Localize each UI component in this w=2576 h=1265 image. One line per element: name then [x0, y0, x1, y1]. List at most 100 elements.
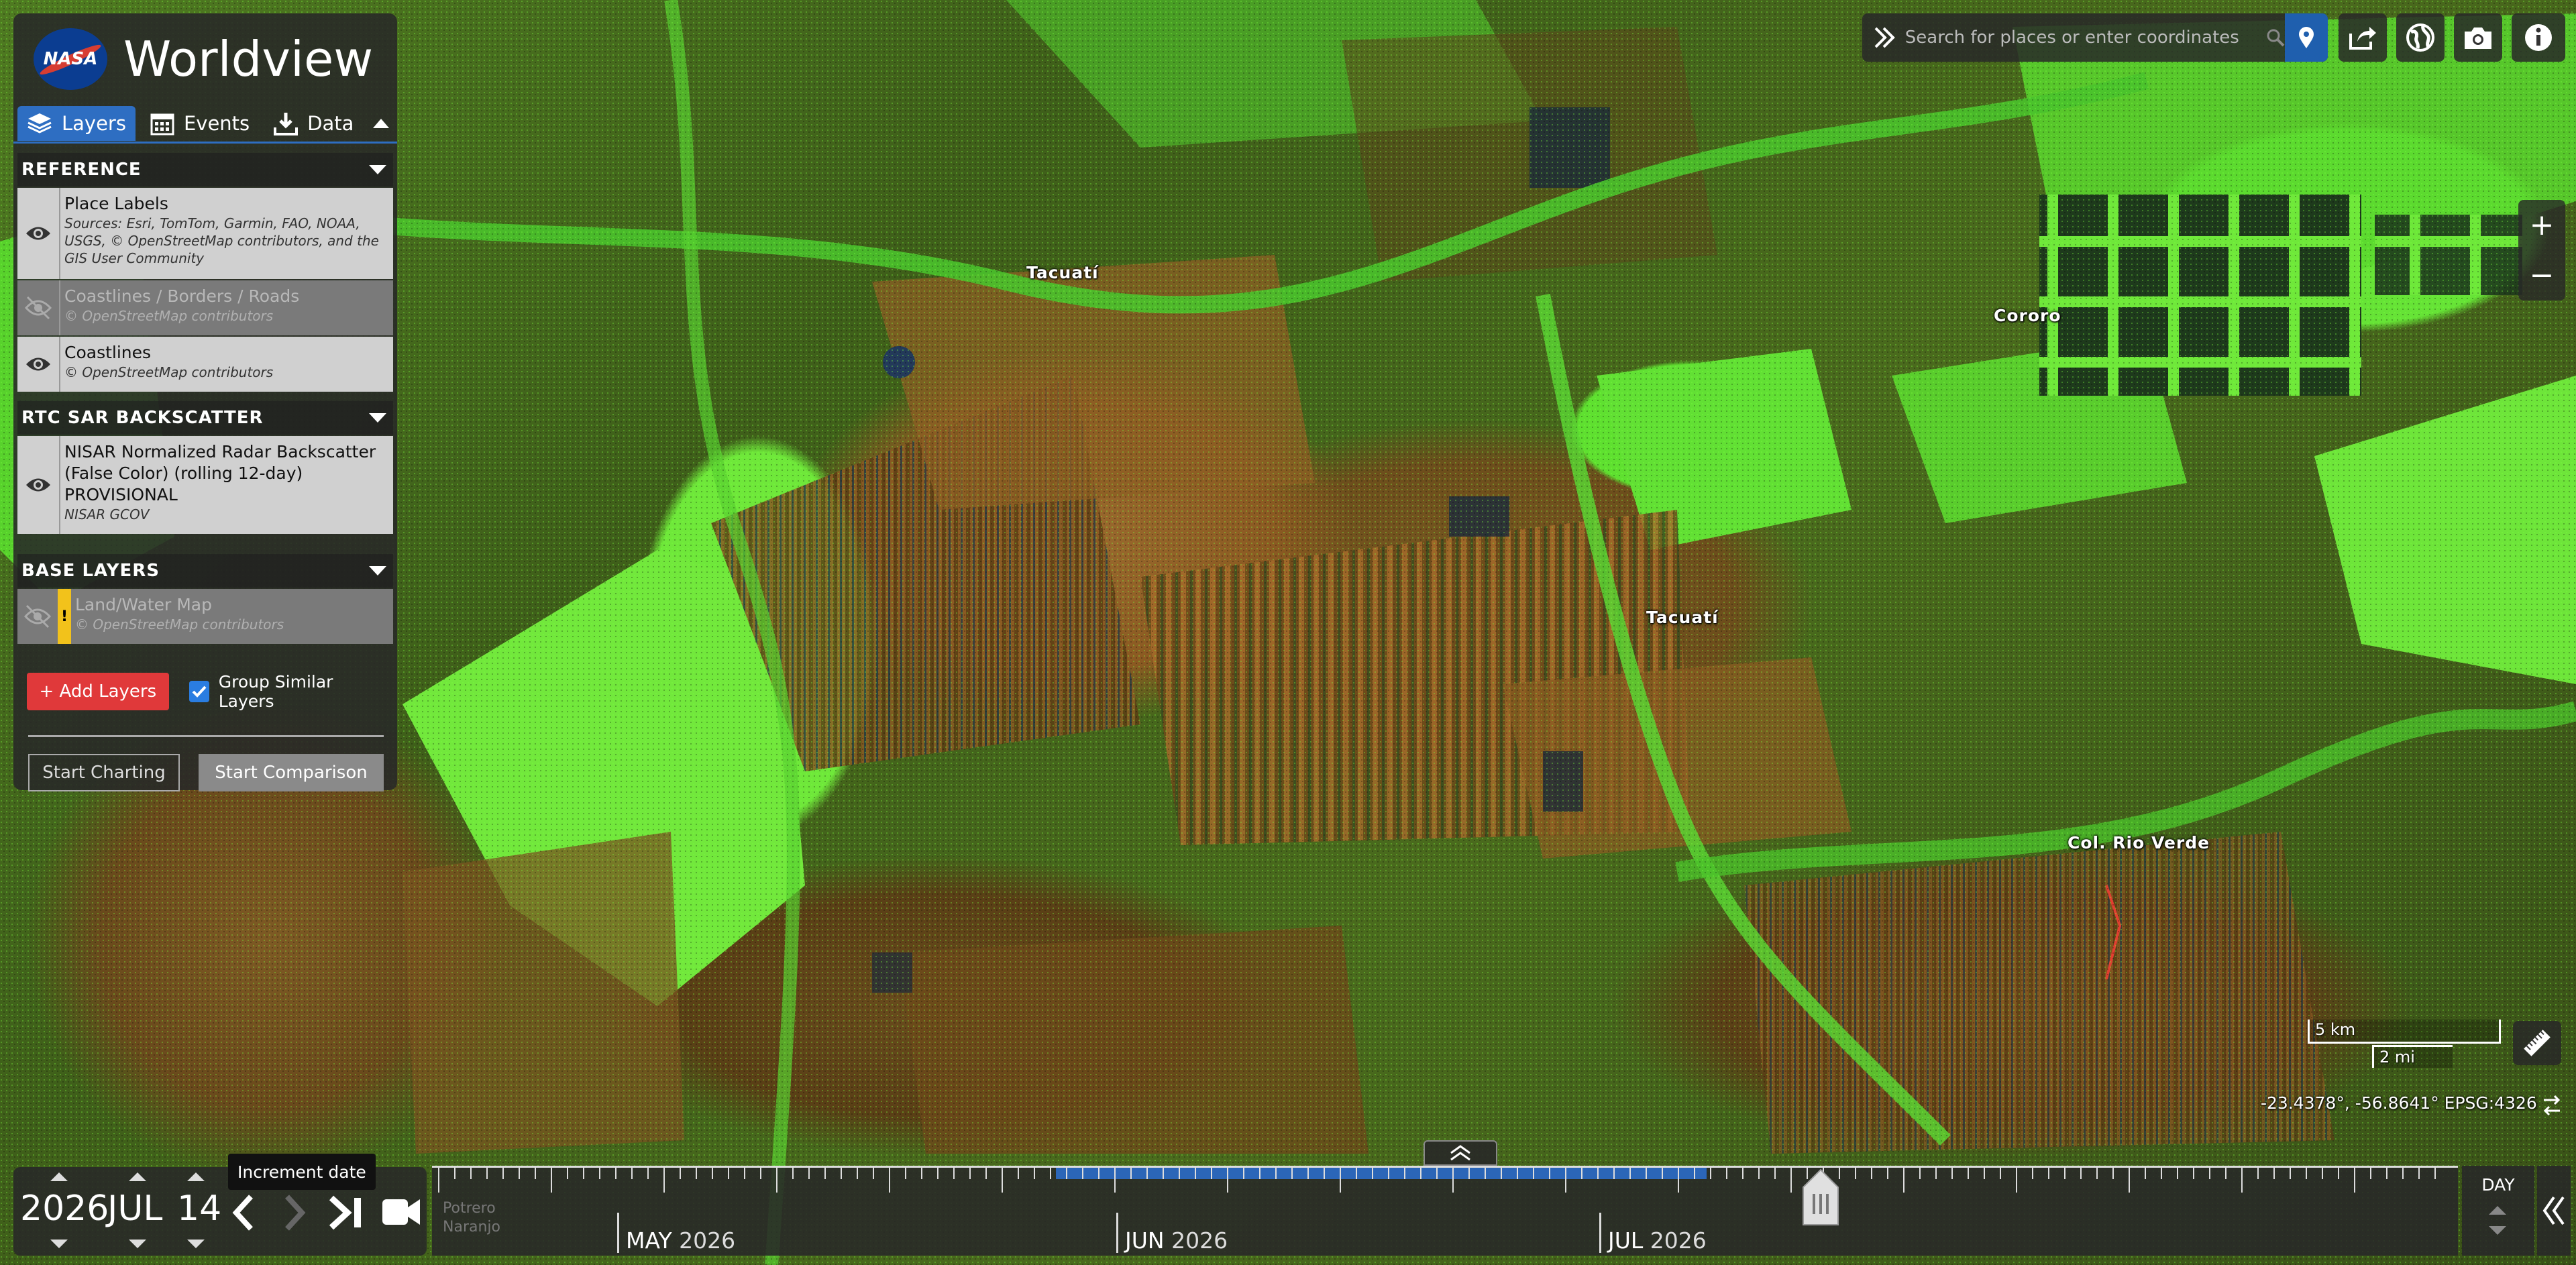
measure-button[interactable] — [2513, 1021, 2561, 1065]
day-increment-arrow[interactable] — [187, 1172, 205, 1181]
map-label-tacuati: Tacuatí — [1026, 263, 1099, 282]
tab-events[interactable]: Events — [141, 106, 259, 141]
sidebar-tabs: Layers Events Data — [13, 105, 397, 144]
timeline-baseline — [432, 1166, 2458, 1168]
month-label: MAY — [626, 1227, 672, 1254]
tab-data-label: Data — [307, 111, 354, 135]
month-increment-arrow[interactable] — [129, 1172, 146, 1181]
scale-km: 5 km — [2308, 1020, 2501, 1044]
layers-icon — [28, 113, 52, 133]
calendar-icon — [150, 113, 174, 135]
jump-to-latest-button[interactable] — [329, 1194, 366, 1231]
month-label: JUN — [1125, 1227, 1165, 1254]
visibility-toggle[interactable] — [17, 188, 60, 279]
layer-name: Coastlines / Borders / Roads — [64, 286, 300, 306]
search-icon[interactable] — [2265, 28, 2286, 48]
location-search — [1862, 13, 2328, 62]
double-chevron-left-icon — [2542, 1196, 2565, 1225]
layer-source: © OpenStreetMap contributors — [75, 616, 284, 632]
search-input[interactable] — [1904, 28, 2265, 48]
share-button[interactable] — [2339, 13, 2387, 62]
visibility-toggle[interactable] — [17, 436, 60, 534]
month-decrement-arrow[interactable] — [129, 1240, 146, 1248]
layer-source: © OpenStreetMap contributors — [64, 308, 274, 324]
year-increment-arrow[interactable] — [50, 1172, 68, 1181]
zoom-level-up-arrow[interactable] — [2489, 1206, 2506, 1215]
layer-land-water-map[interactable]: ! Land/Water Map © OpenStreetMap contrib… — [17, 589, 393, 644]
coordinate-format-toggle[interactable] — [2540, 1093, 2564, 1120]
zoom-control: + − — [2518, 200, 2565, 300]
month-label: JUL — [1608, 1227, 1644, 1254]
category-rtc-sar-backscatter[interactable]: RTC SAR BACKSCATTER — [17, 401, 393, 435]
group-similar-layers-checkbox[interactable]: Group Similar Layers — [189, 672, 384, 711]
start-comparison-button[interactable]: Start Comparison — [199, 754, 384, 791]
start-charting-button[interactable]: Start Charting — [28, 754, 180, 791]
zoom-out-button[interactable]: − — [2518, 250, 2565, 300]
zoom-in-button[interactable]: + — [2518, 200, 2565, 250]
category-base-title: BASE LAYERS — [21, 561, 160, 581]
previous-date-button[interactable] — [229, 1193, 256, 1233]
year-decrement-arrow[interactable] — [50, 1240, 68, 1248]
timeline[interactable]: Potrero Naranjo MAY 2026 JUN 2026 JUL 20… — [432, 1166, 2458, 1256]
layer-coastlines[interactable]: Coastlines © OpenStreetMap contributors — [17, 337, 393, 392]
warning-icon[interactable]: ! — [58, 589, 71, 644]
map-label-col-rio-verde: Col. Rio Verde — [2068, 833, 2210, 852]
download-icon — [274, 112, 299, 135]
chevron-down-icon — [369, 165, 386, 174]
eye-icon — [26, 358, 50, 371]
expand-timeline-button[interactable] — [1424, 1140, 1497, 1166]
layers-sidebar: NASA Worldview Layers Events Data REFERE… — [13, 13, 397, 791]
date-month[interactable]: JUL — [107, 1189, 162, 1229]
info-button[interactable] — [2512, 13, 2565, 62]
tooltip: Increment date — [228, 1154, 376, 1190]
layer-place-labels[interactable]: Place Labels Sources: Esri, TomTom, Garm… — [17, 188, 393, 279]
share-icon — [2349, 27, 2376, 50]
timeline-month-labels: MAY 2026 JUN 2026 JUL 2026 — [432, 1213, 2458, 1254]
swap-icon — [2543, 1095, 2561, 1116]
timeline-ticks — [432, 1166, 2458, 1193]
divider — [28, 735, 384, 737]
timeline-month-jun[interactable]: JUN 2026 — [1116, 1213, 1228, 1254]
tab-layers-label: Layers — [62, 111, 126, 135]
animation-video-icon[interactable] — [381, 1197, 421, 1227]
collapse-sidebar-button[interactable] — [368, 110, 393, 137]
date-year[interactable]: 2026 — [20, 1189, 109, 1229]
eye-icon — [26, 478, 50, 492]
visibility-toggle[interactable] — [17, 280, 60, 335]
collapse-timeline-button[interactable] — [2537, 1166, 2571, 1256]
add-layers-button[interactable]: + Add Layers — [27, 673, 169, 710]
year-label: 2026 — [1650, 1227, 1707, 1254]
timeline-zoom-selector[interactable]: DAY — [2462, 1166, 2534, 1256]
layer-nisar-backscatter[interactable]: NISAR Normalized Radar Backscatter (Fals… — [17, 436, 393, 534]
layer-coastlines-borders-roads[interactable]: Coastlines / Borders / Roads © OpenStree… — [17, 280, 393, 335]
tab-layers[interactable]: Layers — [17, 105, 136, 141]
info-icon — [2525, 24, 2552, 51]
scale-mi: 2 mi — [2372, 1045, 2453, 1068]
timeline-month-jul[interactable]: JUL 2026 — [1599, 1213, 1707, 1254]
location-pin-button[interactable] — [2285, 13, 2328, 62]
map-pin-icon — [2299, 27, 2314, 48]
day-decrement-arrow[interactable] — [187, 1240, 205, 1248]
timeline-month-may[interactable]: MAY 2026 — [617, 1213, 736, 1254]
timeline-date-handle[interactable] — [1791, 1167, 1850, 1230]
next-date-button[interactable] — [282, 1193, 309, 1233]
snapshot-button[interactable] — [2454, 13, 2502, 62]
double-chevron-right-icon[interactable] — [1872, 24, 1898, 51]
app-header: NASA Worldview — [13, 13, 397, 105]
year-label: 2026 — [679, 1227, 736, 1254]
layer-name: Land/Water Map — [75, 595, 212, 614]
category-base-layers[interactable]: BASE LAYERS — [17, 554, 393, 588]
date-day[interactable]: 14 — [177, 1189, 221, 1229]
zoom-level-down-arrow[interactable] — [2489, 1226, 2506, 1235]
visibility-toggle[interactable] — [17, 589, 58, 644]
year-label: 2026 — [1171, 1227, 1228, 1254]
chevron-down-icon — [369, 413, 386, 423]
coordinates-readout[interactable]: -23.4378°, -56.8641° EPSG:4326 — [2261, 1093, 2537, 1113]
category-reference-title: REFERENCE — [21, 160, 142, 180]
visibility-toggle[interactable] — [17, 337, 60, 392]
tab-data[interactable]: Data — [264, 106, 363, 141]
projection-button[interactable] — [2396, 13, 2445, 62]
nasa-logo[interactable]: NASA — [34, 28, 107, 90]
category-reference[interactable]: REFERENCE — [17, 153, 393, 186]
data-coverage-bar — [1056, 1167, 1707, 1179]
